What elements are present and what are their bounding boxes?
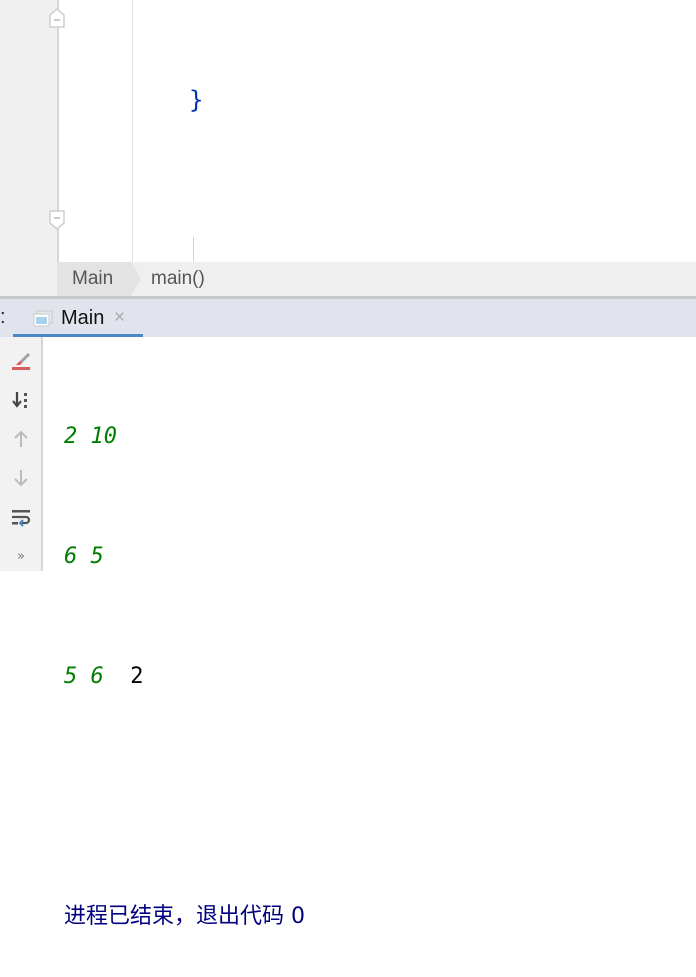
console-line: 5 6 2 [64,657,305,697]
gutter-separator [132,0,133,262]
closing-brace: } [189,86,204,114]
user-input: 6 5 [64,544,104,569]
code-text[interactable]: } int r = 100001; int l = 1; int ans = 0… [189,0,565,262]
console-window-icon [33,310,53,333]
down-arrow-icon[interactable] [9,466,33,490]
fold-start-icon[interactable] [49,210,65,230]
code-editor[interactable]: } int r = 100001; int l = 1; int ans = 0… [0,0,696,262]
console-line: 6 5 [64,537,305,577]
user-input: 5 6 [64,664,104,689]
fold-end-icon[interactable] [49,8,65,28]
close-icon[interactable]: × [114,307,125,329]
user-input: 2 10 [64,424,117,449]
scroll-to-end-icon[interactable] [9,388,33,412]
breadcrumb-item-class[interactable]: Main [57,262,142,296]
more-icon[interactable]: » [9,544,33,568]
console-line-empty [64,777,305,817]
console-line: 2 10 [64,417,305,457]
run-toolbar: » [0,337,43,571]
soft-wrap-icon[interactable] [9,505,33,529]
run-label: : [0,306,6,328]
tab-main[interactable]: Main × [13,299,143,337]
program-output: 2 [103,664,144,689]
up-arrow-icon[interactable] [9,427,33,451]
console-line: 进程已结束，退出代码 0 [64,897,305,937]
clear-all-icon[interactable] [9,349,33,373]
breadcrumb: Main main() [0,262,696,299]
breadcrumb-item-method[interactable]: main() [151,262,205,296]
tab-label: Main [61,307,105,329]
run-tool-window-header: : Main × [0,299,696,337]
console-output[interactable]: 2 10 6 5 5 6 2 进程已结束，退出代码 0 [64,337,305,977]
process-exit-message: 进程已结束，退出代码 0 [64,904,305,929]
code-line: } [189,80,565,120]
